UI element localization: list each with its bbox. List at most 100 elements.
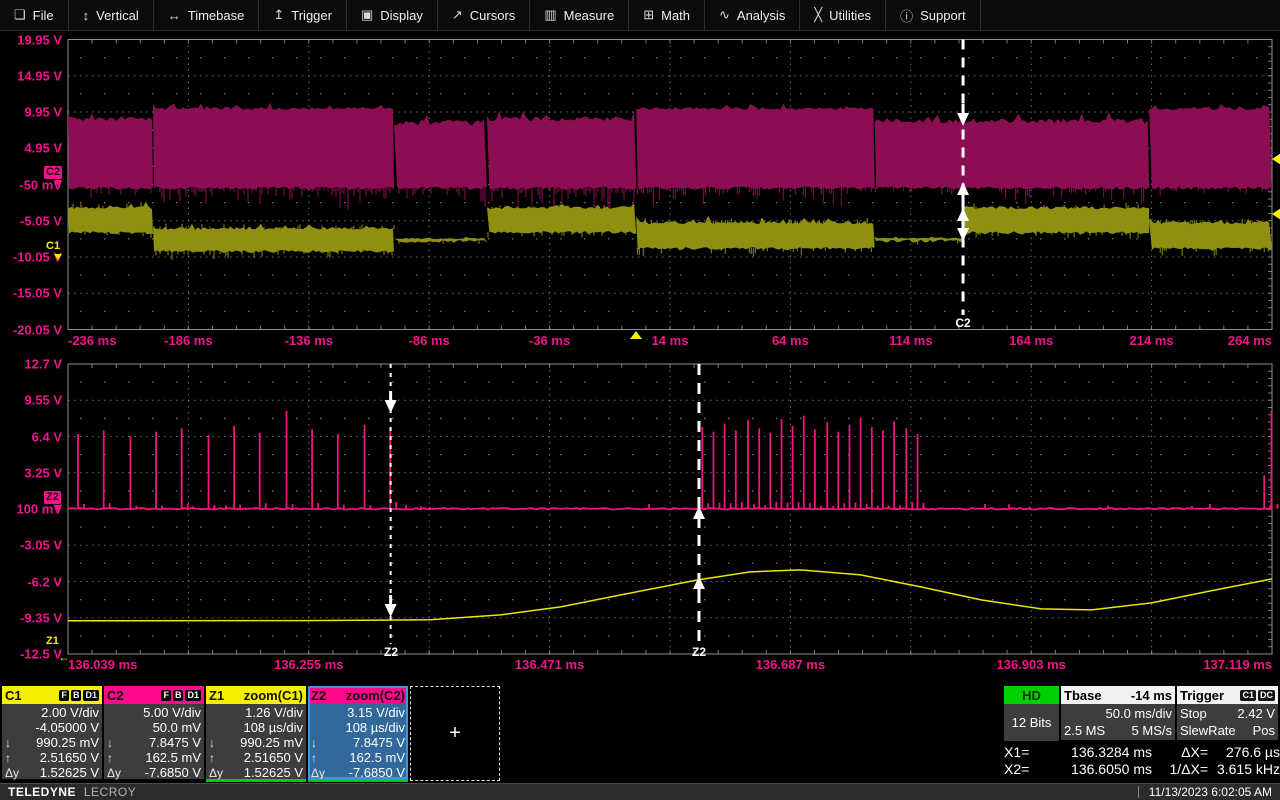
x-axis-label: 136.255 ms [274, 657, 343, 672]
main-grid[interactable] [68, 39, 1272, 329]
max-arrow-icon: ↑ [209, 751, 215, 765]
x2-label: X2= [1004, 761, 1042, 778]
c1-zero-marker[interactable]: C1 [44, 240, 62, 253]
trigger-source-badge: C1 [1240, 690, 1256, 701]
hd-box[interactable]: HD 12 Bits [1004, 686, 1059, 741]
z2-header: Z2 zoom(C2) [308, 686, 408, 704]
y-axis-label: -20.05 V [0, 322, 62, 337]
x-axis-label: 136.687 ms [756, 657, 825, 672]
brand-logo: TELEDYNE LECROY [8, 785, 136, 799]
menu-math[interactable]: ⊞ Math [629, 0, 705, 30]
x-axis-label: 136.471 ms [515, 657, 584, 672]
c1-zero-arrow-icon [54, 254, 62, 260]
menu-vertical[interactable]: ↕Vertical [69, 0, 154, 30]
menu-measure[interactable]: ▥Measure [530, 0, 629, 30]
menu-trigger[interactable]: ↥ Trigger [259, 0, 347, 30]
zoom-box-z2[interactable]: Z2 zoom(C2) 3.15 V/div 108 µs/div ↓7.847… [308, 686, 408, 779]
menu-utilities[interactable]: ╳Utilities [800, 0, 886, 30]
c1-dy: 1.52625 V [40, 765, 99, 780]
min-arrow-icon: ↓ [107, 736, 113, 750]
display-icon: ▣ [361, 7, 373, 23]
delta-y-icon: Δy [311, 766, 325, 780]
menu-cursors[interactable]: ↗Cursors [438, 0, 530, 30]
menu-file[interactable]: ❏File [0, 0, 69, 30]
level-marker-icon[interactable] [1272, 208, 1280, 220]
menu-utilities-label: Utilities [829, 8, 871, 23]
z1-offscreen-arrow-icon: ← [58, 650, 70, 664]
channel-box-c1[interactable]: C1 FBD1 2.00 V/div -4.05000 V ↓990.25 mV… [2, 686, 102, 779]
menu-trigger-label: Trigger [291, 8, 332, 23]
horizontal-arrows-icon: ↔ [168, 8, 181, 23]
c1-min: 990.25 mV [36, 735, 99, 750]
x-axis-label: 214 ms [1130, 333, 1174, 348]
zoom-grid[interactable] [68, 364, 1272, 654]
channel-box-c2[interactable]: C2 FBD1 5.00 V/div 50.0 mV ↓7.8475 V ↑16… [104, 686, 204, 779]
vertical-arrows-icon: ↕ [83, 8, 90, 23]
hd-label: HD [1022, 688, 1041, 703]
menu-timebase-label: Timebase [188, 8, 245, 23]
c2-zero-marker[interactable]: C2 [44, 166, 62, 179]
max-arrow-icon: ↑ [311, 751, 317, 765]
c2-offset: 50.0 mV [153, 720, 201, 735]
z1-zero-marker[interactable]: Z1 [44, 635, 61, 648]
max-arrow-icon: ↑ [107, 751, 113, 765]
c2-badge-b: B [173, 690, 184, 701]
info-icon: ⓘ [900, 6, 913, 25]
c2-min: 7.8475 V [149, 735, 201, 750]
zoom-cursor1-label[interactable]: Z2 [384, 645, 398, 659]
timebase-samples: 2.5 MS [1064, 723, 1105, 738]
x-axis-label: 136.903 ms [996, 657, 1065, 672]
menu-math-label: Math [661, 8, 690, 23]
add-trace-box[interactable]: + [410, 686, 500, 781]
c1-badge-b: B [71, 690, 82, 701]
inv-dx-value: 3.615 kHz [1208, 761, 1280, 778]
delta-y-icon: Δy [107, 766, 121, 780]
delta-y-icon: Δy [5, 766, 19, 780]
menu-display[interactable]: ▣Display [347, 0, 438, 30]
trigger-box[interactable]: Trigger C1DC Stop2.42 V SlewRatePos [1177, 686, 1278, 740]
z2-dy: -7.6850 V [349, 765, 405, 780]
y-axis-label: -6.2 V [0, 574, 62, 589]
z2-zero-marker[interactable]: Z2 [44, 491, 61, 504]
trigger-position-marker-icon[interactable] [630, 331, 642, 339]
x-axis-label: 64 ms [772, 333, 809, 348]
y-axis-label: 6.4 V [0, 429, 62, 444]
trigger-level-marker-icon[interactable] [1272, 153, 1280, 165]
min-arrow-icon: ↓ [5, 736, 11, 750]
z1-subtitle: zoom(C1) [244, 688, 303, 703]
brand-teledyne: TELEDYNE [8, 785, 76, 799]
measure-icon: ▥ [544, 7, 556, 23]
z2-max: 162.5 mV [349, 750, 405, 765]
main-cursor-label[interactable]: C2 [955, 316, 970, 330]
trigger-icon: ↥ [273, 7, 284, 23]
menu-support-label: Support [920, 8, 966, 23]
chart-icon: ∿ [719, 7, 730, 23]
max-arrow-icon: ↑ [5, 751, 11, 765]
menu-timebase[interactable]: ↔ Timebase [154, 0, 260, 30]
y-axis-label: 12.7 V [0, 357, 62, 372]
inv-dx-label: 1/ΔX= [1152, 761, 1208, 778]
zoom-box-z1[interactable]: Z1 zoom(C1) 1.26 V/div 108 µs/div ↓990.2… [206, 686, 306, 779]
menu-analysis[interactable]: ∿Analysis [705, 0, 800, 30]
x-axis-label: -86 ms [409, 333, 450, 348]
x1-value: 136.3284 ms [1042, 744, 1152, 761]
trigger-mode: Stop [1180, 706, 1207, 721]
z2-zero-arrow-icon [54, 505, 62, 511]
z1-max: 2.51650 V [244, 750, 303, 765]
oscilloscope-screen: ❏File ↕Vertical ↔ Timebase ↥ Trigger ▣Disp… [0, 0, 1280, 800]
c2-title: C2 [107, 688, 124, 703]
x-axis-label: -186 ms [164, 333, 212, 348]
zoom-cursor2-label[interactable]: Z2 [692, 645, 706, 659]
calculator-icon: ⊞ [643, 7, 654, 23]
menu-support[interactable]: ⓘ Support [886, 0, 981, 30]
timebase-box[interactable]: Tbase -14 ms 50.0 ms/div 2.5 MS5 MS/s [1061, 686, 1175, 740]
x-axis-label: -36 ms [529, 333, 570, 348]
status-bar: TELEDYNE LECROY 11/13/2023 6:02:05 AM [0, 783, 1280, 800]
c2-header: C2 FBD1 [104, 686, 204, 704]
z1-tdiv: 108 µs/div [243, 720, 303, 735]
x-axis-label: 137.119 ms [1203, 657, 1272, 672]
datetime: 11/13/2023 6:02:05 AM [1149, 785, 1272, 799]
c2-badge-d1: D1 [185, 690, 201, 701]
delta-y-icon: Δy [209, 766, 223, 780]
trigger-type: SlewRate [1180, 723, 1236, 738]
